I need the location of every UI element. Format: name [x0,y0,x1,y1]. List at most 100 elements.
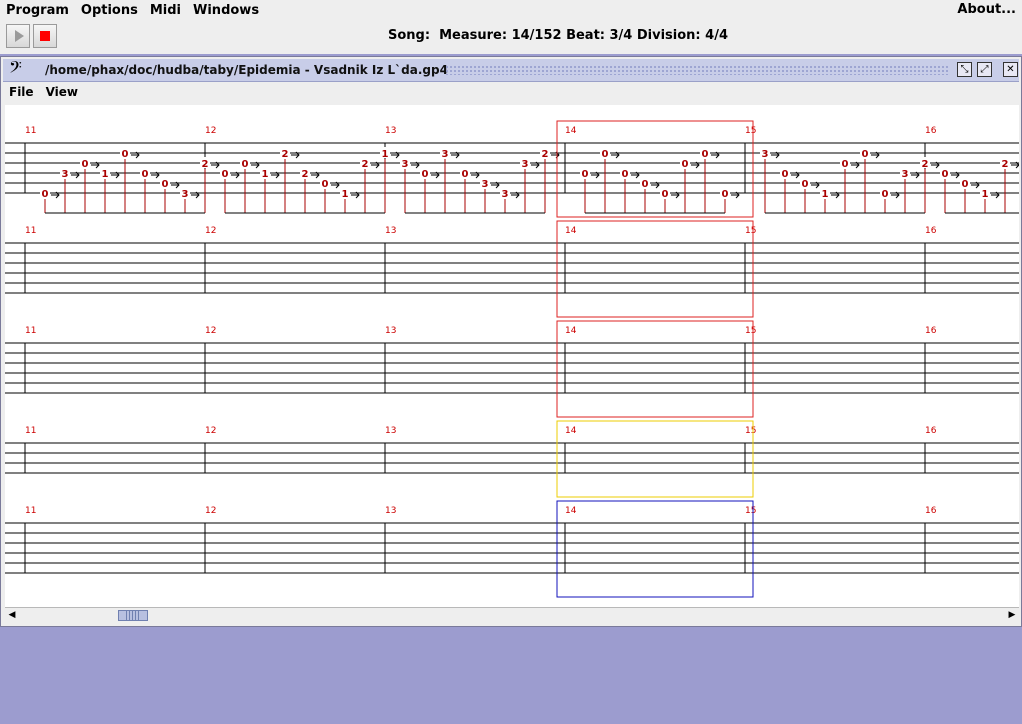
measure-number: 15 [745,506,756,516]
fret-number: 0 [582,169,589,180]
fret-number: 0 [682,159,689,170]
measure-number: 16 [925,506,937,516]
fret-number: 0 [462,169,469,180]
playback-status: Song: Measure: 14/152 Beat: 3/4 Division… [388,28,728,43]
fret-number: 0 [862,149,869,160]
menu-program[interactable]: Program [0,3,75,18]
fret-number: 3 [482,179,489,190]
measure-number: 14 [565,506,577,516]
titlebar-grip [445,65,949,75]
measure-number: 12 [205,126,216,136]
scroll-right-icon[interactable]: ▶ [1005,608,1019,623]
fret-number: 3 [442,149,449,160]
close-icon[interactable]: ✕ [1003,62,1018,77]
fret-number: 0 [882,189,889,200]
scroll-thumb[interactable] [118,610,148,621]
stop-button[interactable] [33,24,57,48]
fret-number: 0 [782,169,789,180]
measure-number: 12 [205,326,216,336]
current-measure-highlight [556,420,754,498]
measure-number: 15 [745,226,756,236]
fret-number: 0 [322,179,329,190]
maximize-icon[interactable]: ⤢ [977,62,992,77]
measure-number: 11 [25,506,36,516]
measure-number: 16 [925,226,937,236]
measure-number: 12 [205,226,216,236]
menu-options[interactable]: Options [75,3,144,18]
menu-about[interactable]: About... [957,2,1016,17]
fret-number: 0 [242,159,249,170]
fret-number: 3 [402,159,409,170]
stop-icon [40,31,50,41]
measure-number: 14 [565,426,577,436]
fret-number: 0 [422,169,429,180]
fret-number: 1 [982,189,989,200]
fret-number: 2 [922,159,929,170]
fret-number: 0 [602,149,609,160]
menu-view[interactable]: View [40,85,84,99]
fret-number: 0 [42,189,49,200]
fret-number: 2 [1002,159,1009,170]
horizontal-scrollbar[interactable]: ◀ ▶ [5,607,1019,624]
current-measure-highlight [556,320,754,418]
measure-number: 14 [565,326,577,336]
scroll-track[interactable] [19,610,1005,621]
fret-number: 3 [502,189,509,200]
fret-number: 0 [622,169,629,180]
fret-number: 0 [662,189,669,200]
scroll-left-icon[interactable]: ◀ [5,608,19,623]
fret-number: 1 [822,189,829,200]
measure-number: 11 [25,226,36,236]
fret-number: 0 [702,149,709,160]
fret-number: 3 [522,159,529,170]
measure-number: 13 [385,506,396,516]
measure-number: 16 [925,426,937,436]
main-menubar: Program Options Midi Windows About... [0,0,1022,20]
tablature-canvas[interactable]: 11 12 13 14 15 160301000320012201213030333200… [5,105,1019,607]
toolbar: Song: Measure: 14/152 Beat: 3/4 Division… [0,20,1022,54]
iconify-icon[interactable]: ⤡ [957,62,972,77]
fret-number: 0 [942,169,949,180]
fret-number: 3 [902,169,909,180]
play-icon [14,30,24,42]
fret-number: 1 [342,189,349,200]
fret-number: 2 [202,159,209,170]
measure-number: 15 [745,326,756,336]
current-measure-highlight [556,220,754,318]
fret-number: 0 [802,179,809,190]
measure-number: 13 [385,426,396,436]
play-button[interactable] [6,24,30,48]
menu-midi[interactable]: Midi [144,3,187,18]
fret-number: 0 [142,169,149,180]
fret-number: 0 [162,179,169,190]
fret-number: 2 [542,149,549,160]
menu-windows[interactable]: Windows [187,3,265,18]
measure-number: 13 [385,226,396,236]
fret-number: 0 [82,159,89,170]
fret-number: 0 [222,169,229,180]
measure-number: 12 [205,506,216,516]
measure-number: 15 [745,426,756,436]
fret-number: 1 [262,169,269,180]
score-window-menubar: File View [3,83,1019,101]
menu-file[interactable]: File [3,85,40,99]
fret-number: 3 [62,169,69,180]
measure-number: 16 [925,326,937,336]
measure-number: 13 [385,126,396,136]
fret-number: 3 [182,189,189,200]
score-window-title: /home/phax/doc/hudba/taby/Epidemia - Vsa… [45,63,448,77]
fret-number: 2 [302,169,309,180]
fret-number: 0 [642,179,649,190]
measure-number: 12 [205,426,216,436]
measure-number: 14 [565,226,577,236]
bass-clef-icon: 𝄢 [9,57,22,81]
fret-number: 2 [362,159,369,170]
tablature-view[interactable]: 11 12 13 14 15 16 0 3 0 1 0 0 0 3 2 0 0 1 2 2 0 1 2 1 3 0 3 0 3 3 3 2 0 0… [5,105,1019,607]
fret-number: 0 [122,149,129,160]
measure-number: 14 [565,126,577,136]
fret-number: 0 [962,179,969,190]
score-window-titlebar[interactable]: 𝄢 /home/phax/doc/hudba/taby/Epidemia - V… [3,57,1019,82]
fret-number: 1 [102,169,109,180]
fret-number: 1 [382,149,389,160]
fret-number: 0 [722,189,729,200]
